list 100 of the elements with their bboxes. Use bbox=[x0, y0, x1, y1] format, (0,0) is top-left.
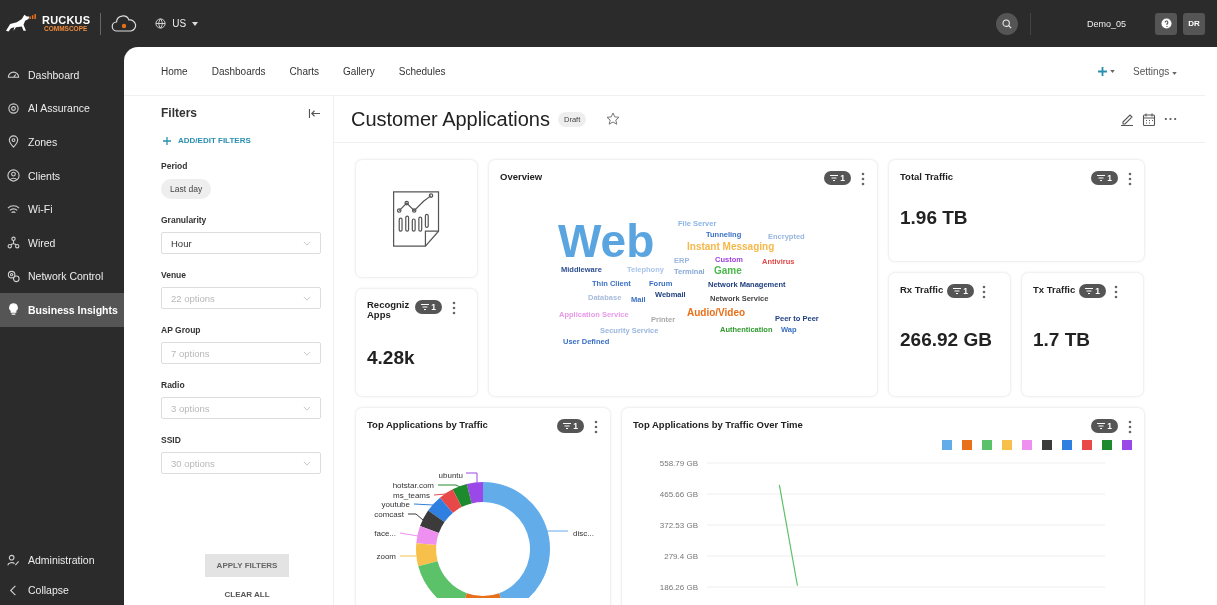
add-filters-link[interactable]: ADD/EDIT FILTERS bbox=[163, 136, 321, 145]
gear-icon bbox=[7, 269, 20, 283]
filter-badge[interactable]: 1 bbox=[1079, 284, 1106, 298]
filter-badge[interactable]: 1 bbox=[1091, 419, 1118, 433]
nav-link[interactable]: Dashboards bbox=[211, 65, 266, 77]
legend-swatch[interactable] bbox=[982, 440, 992, 450]
filter-badge[interactable]: 1 bbox=[415, 300, 442, 314]
sidebar-item[interactable]: Zones bbox=[0, 125, 124, 159]
pencil-icon[interactable] bbox=[1120, 112, 1134, 126]
slice-label: comcast bbox=[374, 510, 404, 519]
legend-swatch[interactable] bbox=[1122, 440, 1132, 450]
legend-swatch[interactable] bbox=[1102, 440, 1112, 450]
user-icon bbox=[7, 169, 20, 183]
plus-icon bbox=[1098, 66, 1108, 76]
legend-swatch[interactable] bbox=[1062, 440, 1072, 450]
kebab-icon[interactable] bbox=[861, 172, 865, 186]
leader-line bbox=[413, 503, 434, 506]
help-icon bbox=[1160, 18, 1172, 29]
period-chip[interactable]: Last day bbox=[161, 179, 212, 199]
kebab-icon[interactable] bbox=[982, 285, 987, 299]
metric-value: 266.92 GB bbox=[899, 328, 993, 351]
nav-link[interactable]: Charts bbox=[289, 65, 320, 77]
filter-icon bbox=[1085, 288, 1094, 294]
pin-icon bbox=[7, 135, 20, 149]
filter-badge[interactable]: 1 bbox=[557, 419, 584, 433]
star-icon[interactable] bbox=[606, 112, 621, 126]
slice-label: zoom bbox=[376, 552, 396, 561]
user-name[interactable]: Demo_05 bbox=[1086, 18, 1126, 29]
field-label: Radio bbox=[161, 380, 186, 390]
filters-title: Filters bbox=[161, 106, 197, 120]
region-selector[interactable]: US bbox=[155, 18, 199, 29]
nav-link[interactable]: Gallery bbox=[343, 65, 375, 77]
leader-line bbox=[433, 493, 447, 496]
filter-count: 1 bbox=[1095, 286, 1100, 296]
widget-title: Tx Traffic bbox=[1033, 284, 1076, 295]
leader-line bbox=[545, 530, 569, 532]
sidebar-item[interactable]: Business Insights bbox=[0, 293, 124, 327]
legend-swatch[interactable] bbox=[962, 440, 972, 450]
chevron-down-icon bbox=[303, 295, 311, 301]
filter-badge[interactable]: 1 bbox=[1091, 171, 1118, 185]
globe-icon bbox=[155, 18, 167, 29]
search-button[interactable] bbox=[995, 12, 1018, 35]
leader-line bbox=[399, 555, 417, 557]
sidebar-item[interactable]: Wi-Fi bbox=[0, 192, 124, 226]
legend-swatch[interactable] bbox=[942, 440, 952, 450]
brand-name: RUCKUS bbox=[42, 14, 91, 26]
kebab-icon[interactable] bbox=[1128, 420, 1132, 434]
legend-swatch[interactable] bbox=[1042, 440, 1052, 450]
word-cloud-term: Game bbox=[714, 266, 742, 276]
slice-label: ubuntu bbox=[438, 471, 463, 480]
legend-swatch[interactable] bbox=[1002, 440, 1012, 450]
nav-link[interactable]: Schedules bbox=[398, 65, 446, 77]
sidebar-item[interactable]: Collapse bbox=[0, 575, 124, 605]
collapse-icon[interactable] bbox=[308, 107, 321, 119]
add-menu-button[interactable] bbox=[1098, 66, 1116, 76]
caret-icon bbox=[192, 21, 199, 26]
kebab-icon[interactable] bbox=[1128, 172, 1132, 186]
sidebar-item[interactable]: Administration bbox=[0, 545, 124, 575]
sidebar-item[interactable]: Network Control bbox=[0, 259, 124, 294]
widget-title: Top Applications by Traffic Over Time bbox=[633, 419, 803, 430]
chevron-down-icon bbox=[303, 460, 311, 466]
kebab-icon[interactable] bbox=[594, 420, 598, 434]
sidebar-item[interactable]: Dashboard bbox=[0, 58, 124, 92]
filter-badge[interactable]: 1 bbox=[947, 284, 975, 298]
filter-count: 1 bbox=[963, 286, 969, 296]
filter-icon bbox=[421, 304, 430, 310]
leader-line bbox=[437, 484, 461, 488]
filter-icon bbox=[1097, 423, 1106, 429]
network-icon bbox=[7, 236, 20, 250]
legend-swatch[interactable] bbox=[1082, 440, 1092, 450]
user-avatar[interactable]: DR bbox=[1183, 12, 1205, 35]
filter-icon bbox=[953, 288, 962, 294]
nav-link[interactable]: Home bbox=[161, 65, 188, 77]
filter-badge[interactable]: 1 bbox=[824, 171, 851, 185]
kebab-icon[interactable] bbox=[1114, 285, 1118, 299]
field-label: Period bbox=[161, 161, 189, 171]
kebab-icon[interactable] bbox=[451, 301, 456, 315]
apply-filters-button[interactable]: APPLY FILTERS bbox=[204, 554, 290, 577]
dog-logo-icon bbox=[4, 13, 38, 34]
calendar-icon[interactable] bbox=[1142, 111, 1156, 127]
metric-value: 1.7 TB bbox=[1032, 328, 1092, 351]
slice-label: youtube bbox=[381, 500, 410, 509]
widget-title: Total Traffic bbox=[900, 171, 954, 182]
more-icon[interactable] bbox=[1164, 117, 1177, 121]
dropdown-field[interactable]: Hour bbox=[161, 232, 321, 254]
settings-menu[interactable]: Settings bbox=[1133, 65, 1177, 77]
field-label: SSID bbox=[161, 435, 182, 445]
widget-title: Recogniz Apps bbox=[367, 300, 410, 321]
filter-icon bbox=[563, 423, 572, 429]
word-cloud-term: Audio/Video bbox=[687, 308, 746, 318]
field-label: Venue bbox=[161, 270, 188, 280]
slice-label: face... bbox=[374, 529, 396, 538]
chevron-down-icon bbox=[303, 350, 311, 356]
legend-swatch[interactable] bbox=[1022, 440, 1032, 450]
caret-icon bbox=[1172, 71, 1177, 75]
sidebar-item[interactable]: Clients bbox=[0, 158, 124, 193]
sidebar-item[interactable]: AI Assurance bbox=[0, 91, 124, 126]
sidebar-item[interactable]: Wired bbox=[0, 225, 124, 260]
clear-all-button[interactable]: CLEAR ALL bbox=[224, 590, 270, 599]
help-button[interactable] bbox=[1155, 12, 1177, 35]
